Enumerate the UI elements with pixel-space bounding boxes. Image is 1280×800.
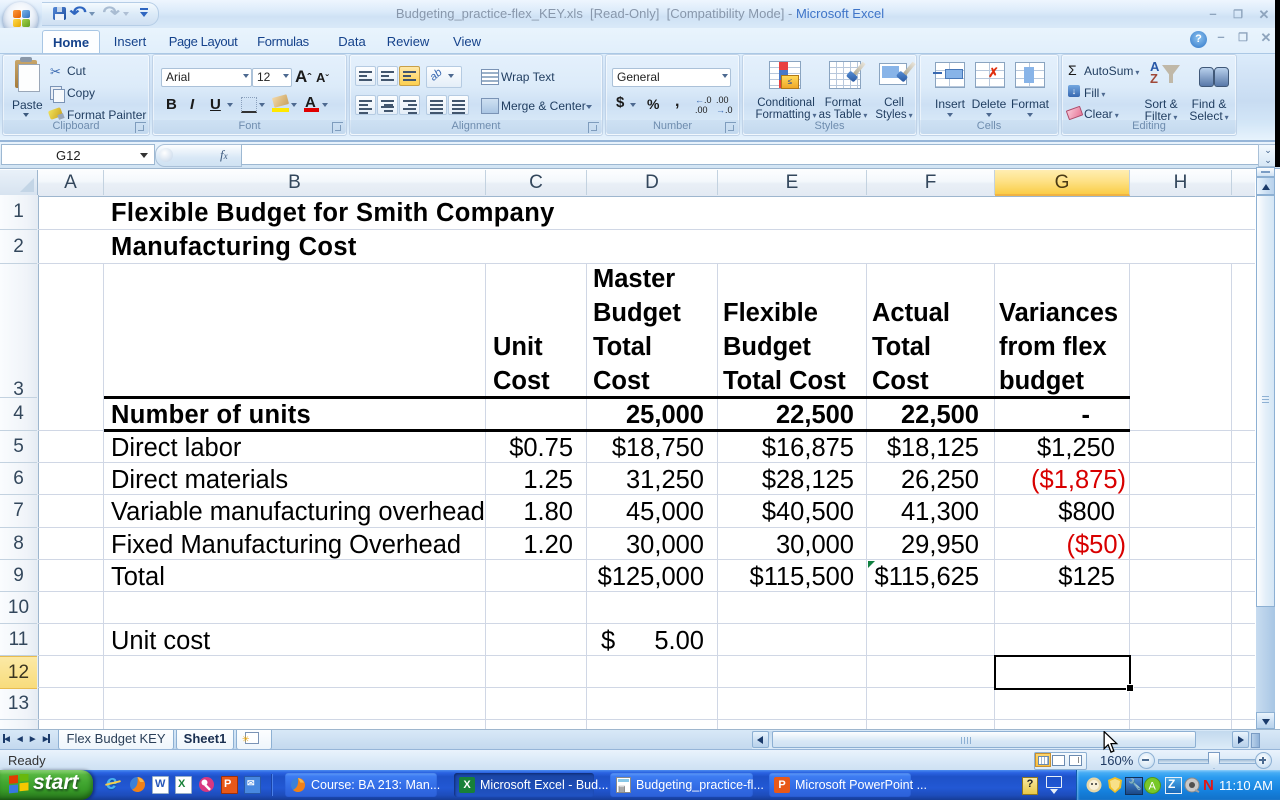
svg-text:A: A	[1149, 781, 1157, 793]
